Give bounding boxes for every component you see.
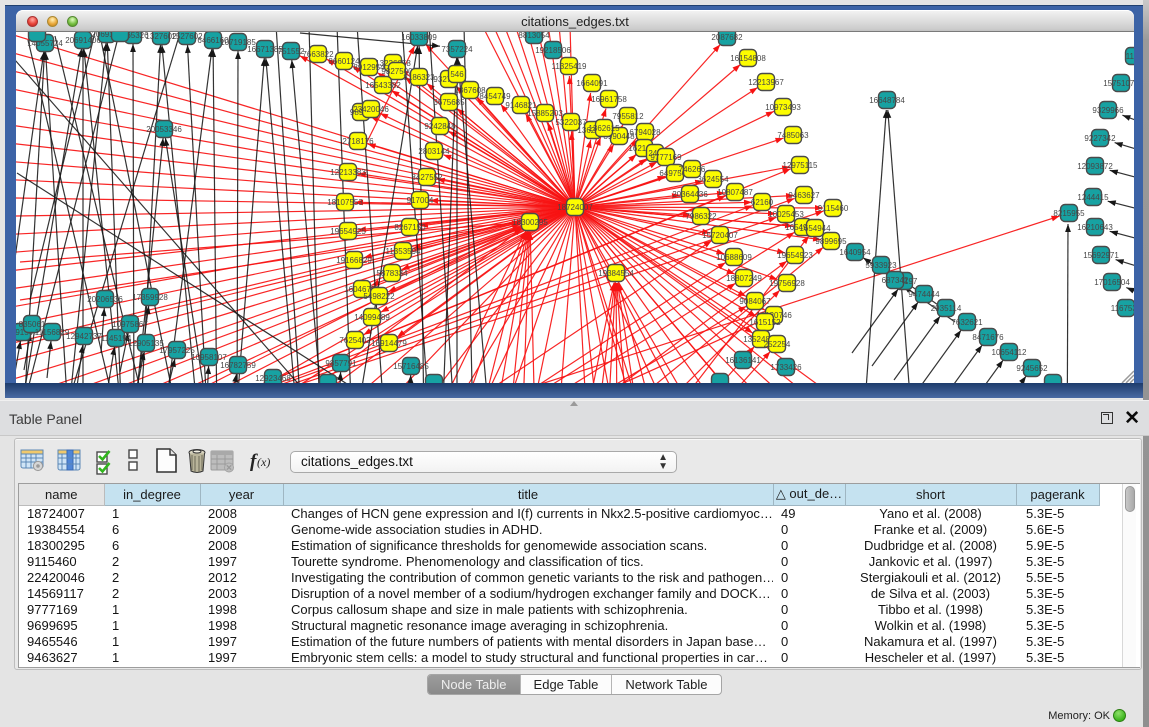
svg-text:1664091: 1664091: [576, 79, 608, 88]
svg-text:15885203: 15885203: [527, 109, 563, 118]
svg-text:7986322: 7986322: [685, 212, 717, 221]
svg-text:1145194: 1145194: [101, 334, 132, 343]
svg-text:9329966: 9329966: [1092, 106, 1124, 115]
svg-text:10975867: 10975867: [112, 320, 148, 329]
svg-text:20364436: 20364436: [672, 190, 708, 199]
svg-text:252254: 252254: [764, 340, 791, 349]
svg-text:19654925: 19654925: [330, 227, 366, 236]
svg-text:9227342: 9227342: [1084, 134, 1116, 143]
svg-text:15751074: 15751074: [1103, 79, 1134, 88]
svg-text:7955812: 7955812: [612, 112, 644, 121]
svg-text:2718176: 2718176: [342, 137, 374, 146]
svg-text:18807249: 18807249: [726, 274, 762, 283]
svg-text:7357224: 7357224: [441, 45, 473, 54]
svg-text:18300295: 18300295: [512, 218, 548, 227]
svg-text:15720407: 15720407: [702, 231, 738, 240]
svg-text:5878334: 5878334: [376, 269, 408, 278]
svg-text:1362615: 1362615: [588, 124, 620, 133]
svg-text:8186323: 8186323: [403, 73, 435, 82]
svg-text:18107553: 18107553: [327, 198, 363, 207]
svg-text:1117: 1117: [1126, 52, 1134, 61]
svg-text:746266: 746266: [679, 165, 706, 174]
svg-text:19166829: 19166829: [336, 256, 372, 265]
svg-text:2087682: 2087682: [711, 33, 743, 42]
svg-text:2803144: 2803144: [418, 147, 450, 156]
svg-text:15692971: 15692971: [1083, 251, 1119, 260]
svg-text:19218506: 19218506: [535, 46, 571, 55]
svg-text:3675685: 3675685: [433, 98, 465, 107]
svg-text:16136141: 16136141: [725, 356, 761, 365]
svg-text:1167533: 1167533: [1111, 304, 1134, 313]
svg-text:17957225: 17957225: [159, 346, 195, 355]
svg-text:23420046: 23420046: [353, 105, 389, 114]
svg-text:16648784: 16648784: [869, 96, 905, 105]
svg-text:12213383: 12213383: [330, 168, 366, 177]
svg-text:9115460: 9115460: [818, 204, 849, 213]
svg-text:2935114: 2935114: [931, 304, 962, 313]
svg-text:1733426: 1733426: [770, 363, 802, 372]
svg-text:18724007: 18724007: [557, 203, 593, 212]
svg-text:20206536: 20206536: [87, 295, 123, 304]
svg-text:14099489: 14099489: [354, 313, 390, 322]
svg-text:19384554: 19384554: [598, 269, 634, 278]
svg-text:11325419: 11325419: [552, 62, 588, 71]
svg-text:8454749: 8454749: [479, 92, 511, 101]
svg-text:15716485: 15716485: [393, 362, 429, 371]
svg-text:12942737: 12942737: [66, 332, 102, 341]
svg-text:8471676: 8471676: [972, 333, 1004, 342]
svg-text:9857791: 9857791: [325, 359, 357, 368]
svg-text:9084067: 9084067: [739, 297, 771, 306]
svg-text:8427552: 8427552: [411, 173, 443, 182]
svg-text:9463627: 9463627: [788, 191, 820, 200]
svg-text:10025453: 10025453: [768, 210, 804, 219]
svg-text:19756928: 19756928: [769, 279, 805, 288]
svg-text:17016504: 17016504: [1094, 278, 1130, 287]
svg-text:10688609: 10688609: [716, 253, 752, 262]
svg-text:5498222: 5498222: [363, 292, 395, 301]
svg-text:7625402: 7625402: [339, 336, 371, 345]
svg-text:751552: 751552: [278, 47, 305, 56]
svg-text:11156829: 11156829: [35, 328, 70, 337]
svg-text:3624554: 3624554: [697, 175, 729, 184]
svg-text:12213967: 12213967: [748, 78, 784, 87]
svg-text:16210643: 16210643: [1077, 223, 1113, 232]
svg-text:10973493: 10973493: [765, 103, 801, 112]
svg-text:11353594: 11353594: [386, 247, 422, 256]
svg-text:16782759: 16782759: [220, 361, 256, 370]
svg-text:19654923: 19654923: [777, 251, 813, 260]
svg-text:8813054: 8813054: [518, 32, 550, 40]
svg-text:16154808: 16154808: [730, 54, 766, 63]
svg-text:62160: 62160: [751, 198, 774, 207]
svg-text:9242848: 9242848: [424, 122, 456, 131]
svg-text:10807487: 10807487: [717, 188, 753, 197]
svg-text:1654944: 1654944: [799, 224, 831, 233]
svg-text:9245652: 9245652: [1016, 364, 1048, 373]
svg-text:9474444: 9474444: [908, 290, 940, 299]
svg-text:16543382: 16543382: [365, 81, 401, 90]
svg-text:1244415: 1244415: [1077, 193, 1109, 202]
svg-text:8267150: 8267150: [394, 223, 426, 232]
svg-text:16914479: 16914479: [371, 339, 407, 348]
svg-text:5933923: 5933923: [865, 261, 897, 270]
svg-text:16961758: 16961758: [591, 95, 627, 104]
svg-text:(x): (x): [257, 455, 270, 469]
svg-text:6794028: 6794028: [629, 128, 661, 137]
svg-text:17359928: 17359928: [132, 293, 168, 302]
svg-text:687342: 687342: [882, 276, 909, 285]
svg-text:12093872: 12093872: [1077, 162, 1113, 171]
svg-text:16033809: 16033809: [401, 33, 437, 42]
svg-text:546: 546: [450, 70, 464, 79]
svg-text:917004: 917004: [407, 196, 434, 205]
svg-text:10654112: 10654112: [992, 348, 1028, 357]
svg-text:9777169: 9777169: [650, 153, 682, 162]
svg-text:20053346: 20053346: [146, 125, 182, 134]
svg-text:7485063: 7485063: [777, 131, 809, 140]
svg-text:7632621: 7632621: [951, 318, 983, 327]
svg-text:12923468: 12923468: [255, 374, 291, 383]
svg-text:8215955: 8215955: [1053, 209, 1085, 218]
svg-text:1615152: 1615152: [749, 318, 781, 327]
svg-text:9899695: 9899695: [815, 237, 847, 246]
svg-text:1640954: 1640954: [839, 248, 871, 257]
svg-text:12975115: 12975115: [783, 161, 819, 170]
